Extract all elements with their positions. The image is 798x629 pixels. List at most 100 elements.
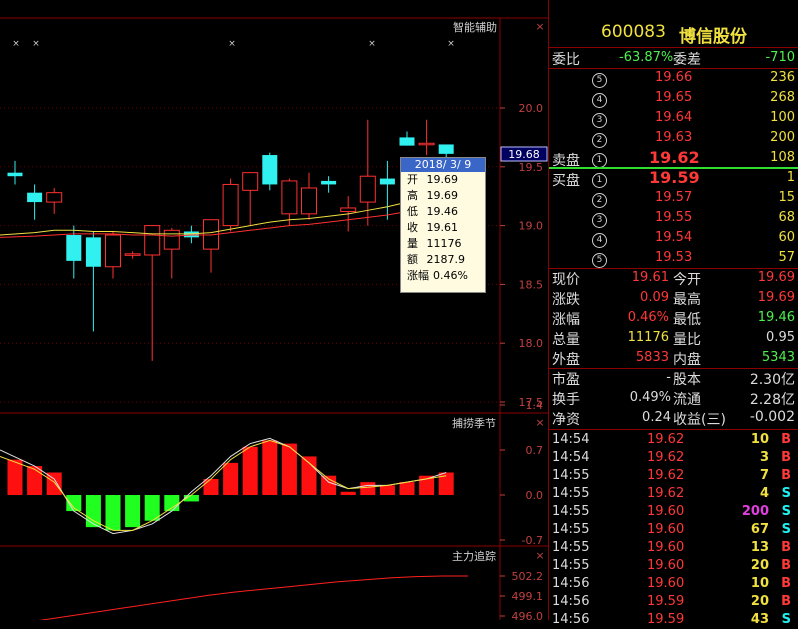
sell-price: 19.64 [655, 110, 693, 125]
candle[interactable] [203, 219, 219, 273]
buy-price: 19.59 [649, 168, 700, 187]
sell-price: 19.63 [655, 130, 693, 145]
tick-row[interactable]: 14:55 19.60 20 B [549, 557, 798, 575]
tick-row[interactable]: 14:55 19.62 7 B [549, 467, 798, 485]
candle[interactable] [301, 172, 317, 220]
stock-name: 博信股份 [679, 27, 747, 47]
marker-icon: × [12, 39, 20, 49]
candle[interactable] [399, 131, 415, 146]
tooltip-row: 涨幅 0.46% [407, 269, 468, 282]
indicator2-axis-label: 499.1 [512, 590, 544, 603]
indicator-bar [164, 495, 180, 512]
candle[interactable] [242, 172, 259, 226]
price-cursor-label: 19.68 [508, 148, 540, 161]
fundamentals-row: 换手 0.49% 流通 2.28亿 [552, 390, 795, 408]
candle[interactable] [144, 225, 161, 361]
tooltip-row: 开 19.69 [407, 173, 458, 186]
level-icon: 5 [592, 253, 607, 268]
marker-icon: × [32, 39, 40, 49]
level-icon: 2 [592, 193, 607, 208]
buy-volume: 57 [778, 250, 795, 265]
stock-code: 600083 [601, 22, 666, 42]
candle[interactable] [222, 178, 239, 232]
candle[interactable] [418, 119, 435, 156]
candle[interactable] [27, 184, 43, 220]
candle[interactable] [124, 251, 141, 259]
sell-price: 19.66 [655, 70, 693, 85]
candle[interactable] [379, 160, 395, 220]
tick-row[interactable]: 14:55 19.60 13 B [549, 539, 798, 557]
indicator1-axis-label: 0.0 [526, 489, 544, 502]
tick-row[interactable]: 14:56 19.59 20 B [549, 593, 798, 611]
tooltip-date: 2018/ 3/ 9 [401, 158, 485, 172]
candle[interactable] [183, 225, 199, 244]
candlestick-series[interactable] [7, 119, 454, 361]
grid [0, 17, 548, 620]
sell-order-row: 5 19.66 236 [549, 68, 798, 88]
candle[interactable] [281, 178, 298, 226]
marker-icon: × [368, 39, 376, 49]
close-icon[interactable]: × [535, 549, 544, 562]
trace-line [39, 575, 468, 620]
price-axis-label: 18.0 [519, 337, 544, 350]
candle[interactable] [105, 231, 121, 279]
indicator1-axis-label: 1.4 [526, 399, 544, 412]
indicator-bar [379, 485, 395, 495]
indicator-bar [85, 495, 101, 528]
indicator-bar [340, 491, 356, 495]
stats-row: 外盘 5833 内盘 5343 [552, 350, 795, 368]
indicator-bar [242, 446, 258, 495]
tick-row[interactable]: 14:55 19.60 200 S [549, 503, 798, 521]
candle[interactable] [46, 187, 63, 214]
sell-volume: 200 [770, 130, 795, 145]
indicator1-axis-label: -0.7 [522, 534, 543, 547]
indicator-bars [0, 437, 454, 535]
candle[interactable] [85, 231, 101, 332]
level-icon: 3 [592, 213, 607, 228]
tick-row[interactable]: 14:56 19.60 10 B [549, 575, 798, 593]
sell-volume: 100 [770, 110, 795, 125]
candle[interactable] [7, 160, 23, 185]
sell-volume: 268 [770, 90, 795, 105]
candle[interactable] [321, 176, 337, 193]
tick-row[interactable]: 14:54 19.62 3 B [549, 449, 798, 467]
fundamentals-row: 净资 0.24 收益(三) -0.002 [552, 409, 795, 428]
buy-volume: 60 [778, 230, 795, 245]
close-icon[interactable]: × [535, 20, 544, 33]
axes: 20.019.519.018.518.017.51.40.70.0-0.7502… [500, 102, 543, 620]
tooltip-row: 低 19.46 [407, 205, 458, 218]
sell-order-row: 2 19.63 200 [549, 128, 798, 148]
tick-row[interactable]: 14:55 19.60 67 S [549, 521, 798, 539]
tooltip-row: 收 19.61 [407, 221, 458, 234]
indicator-bar [262, 440, 278, 495]
buy-price: 19.54 [655, 230, 693, 245]
price-axis-label: 19.5 [519, 161, 544, 174]
candle-tooltip: 2018/ 3/ 9 开 19.69 高 19.69 低 19.46 收 19.… [400, 157, 486, 293]
tick-row[interactable]: 14:54 19.62 10 B [549, 431, 798, 449]
sell-label: 卖盘 [552, 153, 580, 169]
tick-row[interactable]: 14:56 19.59 43 S [549, 611, 798, 629]
sell-order-row: 3 19.64 100 [549, 108, 798, 128]
level-icon: 1 [592, 173, 607, 188]
indicator1-title: 捕捞季节 [452, 416, 496, 430]
buy-volume: 1 [786, 170, 795, 185]
stats-row: 现价 19.61 今开 19.69 [552, 270, 795, 288]
order-ratio-row: 委比 -63.87% 委差 -710 [552, 50, 795, 68]
buy-order-row: 2 19.57 15 [549, 188, 798, 208]
indicator2-title: 主力追踪 [452, 549, 496, 563]
level-icon: 4 [592, 233, 607, 248]
level-icon: 3 [592, 113, 607, 128]
buy-order-row: 1 19.59 1 [549, 168, 798, 188]
indicator1-axis-label: 0.7 [526, 444, 544, 457]
sell-volume: 236 [770, 70, 795, 85]
indicator-bar [203, 478, 219, 495]
indicator2-axis-label: 502.2 [512, 570, 544, 583]
level-icon: 5 [592, 73, 607, 88]
tooltip-row: 额 2187.9 [407, 253, 465, 266]
tick-row[interactable]: 14:55 19.62 4 S [549, 485, 798, 503]
candle[interactable] [262, 152, 278, 191]
close-icon[interactable]: × [535, 416, 544, 429]
chart-area[interactable]: 20.019.519.018.518.017.51.40.70.0-0.7502… [0, 0, 548, 620]
sell-price: 19.65 [655, 90, 693, 105]
quote-panel: 600083 博信股份 委比 -63.87% 委差 -710 5 19.66 236… [548, 0, 798, 627]
